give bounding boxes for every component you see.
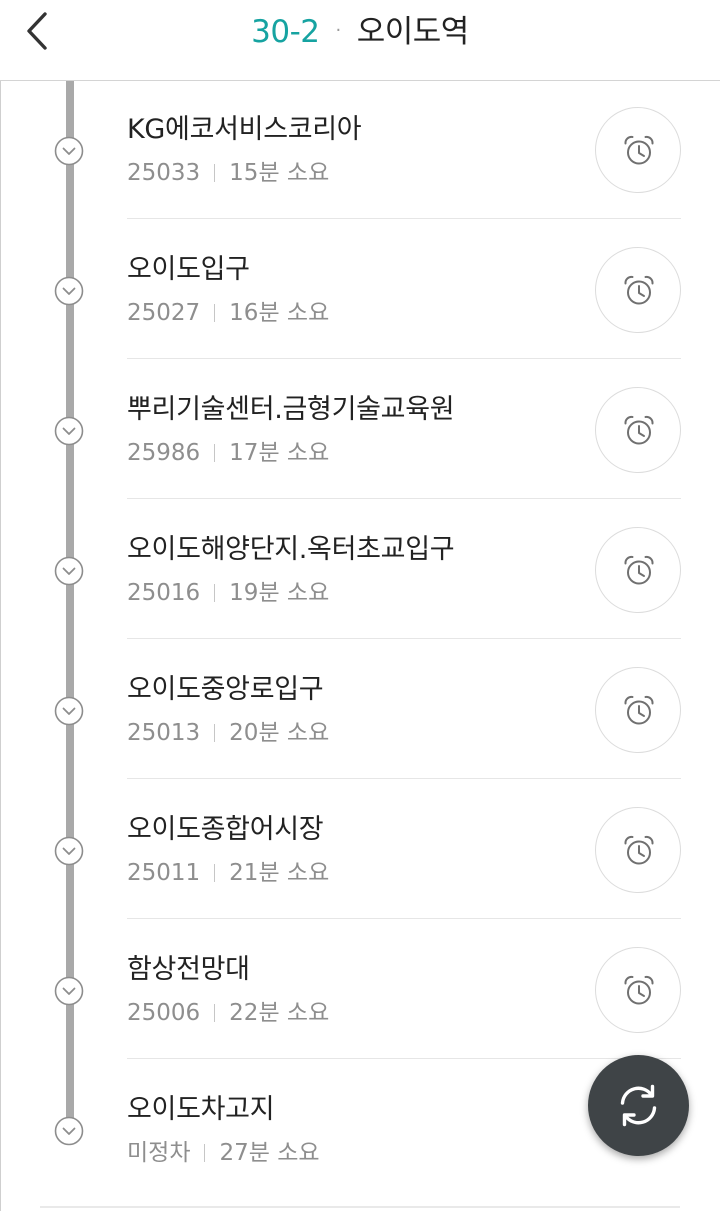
stop-id: 25013 <box>127 720 201 746</box>
meta-divider <box>214 164 216 182</box>
travel-duration: 21분 소요 <box>229 860 330 886</box>
stop-name: 함상전망대 <box>127 954 250 985</box>
stop-meta: 25986 17분 소요 <box>127 438 329 468</box>
stop-meta: 25033 15분 소요 <box>127 158 329 188</box>
stop-meta: 25016 19분 소요 <box>127 578 329 608</box>
refresh-button[interactable] <box>588 1055 689 1156</box>
app-header: 30-2 · 오이도역 <box>0 0 720 81</box>
stop-meta: 25006 22분 소요 <box>127 998 329 1028</box>
travel-duration: 22분 소요 <box>229 1000 330 1026</box>
travel-duration: 15분 소요 <box>229 160 330 186</box>
stop-meta: 25027 16분 소요 <box>127 298 329 328</box>
stop-item[interactable]: 오이도해양단지.옥터초교입구 25016 19분 소요 <box>0 501 720 641</box>
meta-divider <box>214 724 216 742</box>
travel-duration: 16분 소요 <box>229 300 330 326</box>
alarm-button[interactable] <box>595 667 681 753</box>
stop-id: 25006 <box>127 1000 201 1026</box>
alarm-button[interactable] <box>595 107 681 193</box>
alarm-button[interactable] <box>595 387 681 473</box>
meta-divider <box>214 1004 216 1022</box>
chevron-down-icon <box>54 976 84 1006</box>
stop-name: 오이도중앙로입구 <box>127 674 324 705</box>
stop-id: 미정차 <box>127 1140 191 1166</box>
chevron-down-icon <box>54 276 84 306</box>
chevron-down-icon <box>54 1116 84 1146</box>
alarm-clock-icon <box>624 275 654 305</box>
stop-list: KG에코서비스코리아 25033 15분 소요 오이도입구 25027 16분 소요… <box>0 81 720 1211</box>
travel-duration: 17분 소요 <box>229 440 330 466</box>
stop-name: KG에코서비스코리아 <box>127 114 362 145</box>
stop-name: 오이도차고지 <box>127 1094 275 1125</box>
alarm-button[interactable] <box>595 807 681 893</box>
refresh-icon <box>620 1084 657 1127</box>
chevron-down-icon <box>54 416 84 446</box>
alarm-button[interactable] <box>595 247 681 333</box>
chevron-down-icon <box>54 836 84 866</box>
stop-item[interactable]: 함상전망대 25006 22분 소요 <box>0 921 720 1061</box>
travel-duration: 19분 소요 <box>229 580 330 606</box>
stop-item[interactable]: 오이도입구 25027 16분 소요 <box>0 221 720 361</box>
row-divider <box>127 918 681 919</box>
alarm-button[interactable] <box>595 947 681 1033</box>
row-divider <box>127 358 681 359</box>
page-title: 30-2 · 오이도역 <box>0 12 720 57</box>
meta-divider <box>214 304 216 322</box>
meta-divider <box>214 864 216 882</box>
travel-duration: 27분 소요 <box>219 1140 320 1166</box>
alarm-button[interactable] <box>595 527 681 613</box>
alarm-clock-icon <box>624 415 654 445</box>
stop-meta: 미정차 27분 소요 <box>127 1138 320 1168</box>
stop-name: 오이도종합어시장 <box>127 814 324 845</box>
route-number: 30-2 <box>251 14 320 50</box>
meta-divider <box>204 1144 206 1162</box>
chevron-down-icon <box>54 696 84 726</box>
stop-item[interactable]: 오이도중앙로입구 25013 20분 소요 <box>0 641 720 781</box>
stop-name: 오이도해양단지.옥터초교입구 <box>127 534 455 565</box>
destination-name: 오이도역 <box>356 14 470 50</box>
row-divider <box>127 218 681 219</box>
stop-meta: 25011 21분 소요 <box>127 858 329 888</box>
stop-name: 뿌리기술센터.금형기술교육원 <box>127 394 455 425</box>
stop-meta: 25013 20분 소요 <box>127 718 329 748</box>
stop-name: 오이도입구 <box>127 254 250 285</box>
alarm-clock-icon <box>624 975 654 1005</box>
row-divider <box>127 1058 681 1059</box>
stop-item[interactable]: 뿌리기술센터.금형기술교육원 25986 17분 소요 <box>0 361 720 501</box>
alarm-clock-icon <box>624 695 654 725</box>
alarm-clock-icon <box>624 555 654 585</box>
chevron-down-icon <box>54 136 84 166</box>
stop-id: 25016 <box>127 580 201 606</box>
meta-divider <box>214 584 216 602</box>
stop-item[interactable]: KG에코서비스코리아 25033 15분 소요 <box>0 81 720 221</box>
stop-item[interactable]: 오이도종합어시장 25011 21분 소요 <box>0 781 720 921</box>
alarm-clock-icon <box>624 835 654 865</box>
title-separator: · <box>335 20 342 41</box>
stop-id: 25033 <box>127 160 201 186</box>
row-divider <box>127 638 681 639</box>
chevron-down-icon <box>54 556 84 586</box>
stop-id: 25011 <box>127 860 201 886</box>
row-divider <box>127 498 681 499</box>
meta-divider <box>214 444 216 462</box>
list-bottom-divider <box>40 1206 680 1208</box>
row-divider <box>127 778 681 779</box>
alarm-clock-icon <box>624 135 654 165</box>
stop-id: 25986 <box>127 440 201 466</box>
stop-id: 25027 <box>127 300 201 326</box>
travel-duration: 20분 소요 <box>229 720 330 746</box>
